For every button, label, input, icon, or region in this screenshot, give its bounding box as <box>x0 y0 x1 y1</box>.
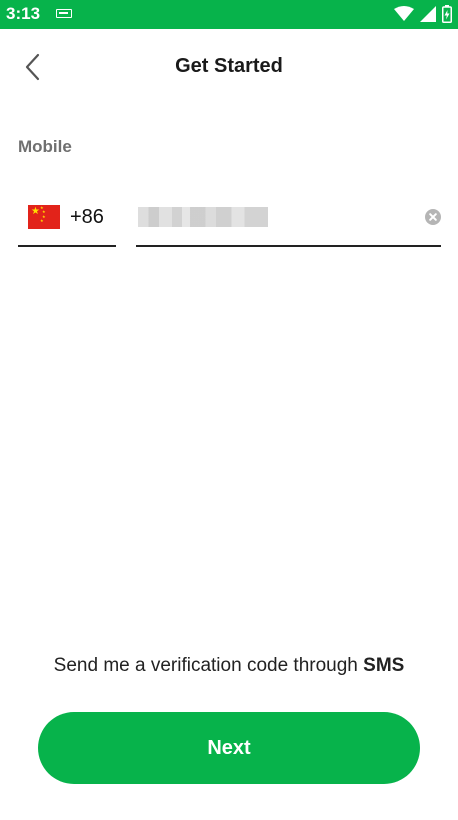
wifi-icon <box>394 6 414 21</box>
sms-link[interactable]: SMS <box>363 655 404 676</box>
country-code-selector[interactable]: ★ ★ ★ ★ ★ +86 <box>18 195 116 247</box>
page-title: Get Started <box>175 55 283 77</box>
status-bar: 3:13 <box>0 0 458 29</box>
clear-icon[interactable] <box>425 209 441 225</box>
sms-prompt-text: Send me a verification code through <box>53 655 364 676</box>
keyboard-icon <box>56 9 72 18</box>
mobile-label: Mobile <box>18 137 72 156</box>
next-button[interactable]: Next <box>38 712 420 784</box>
china-flag-icon: ★ ★ ★ ★ ★ <box>28 205 60 229</box>
top-app-bar: Get Started <box>0 29 458 103</box>
country-code-text: +86 <box>70 206 104 228</box>
signal-icon <box>420 6 436 22</box>
sms-prompt: Send me a verification code through SMS <box>0 655 458 677</box>
battery-icon <box>442 5 452 23</box>
status-icons <box>394 5 452 23</box>
phone-number-field <box>136 195 441 247</box>
phone-number-input[interactable] <box>136 203 406 233</box>
status-time: 3:13 <box>6 4 41 23</box>
